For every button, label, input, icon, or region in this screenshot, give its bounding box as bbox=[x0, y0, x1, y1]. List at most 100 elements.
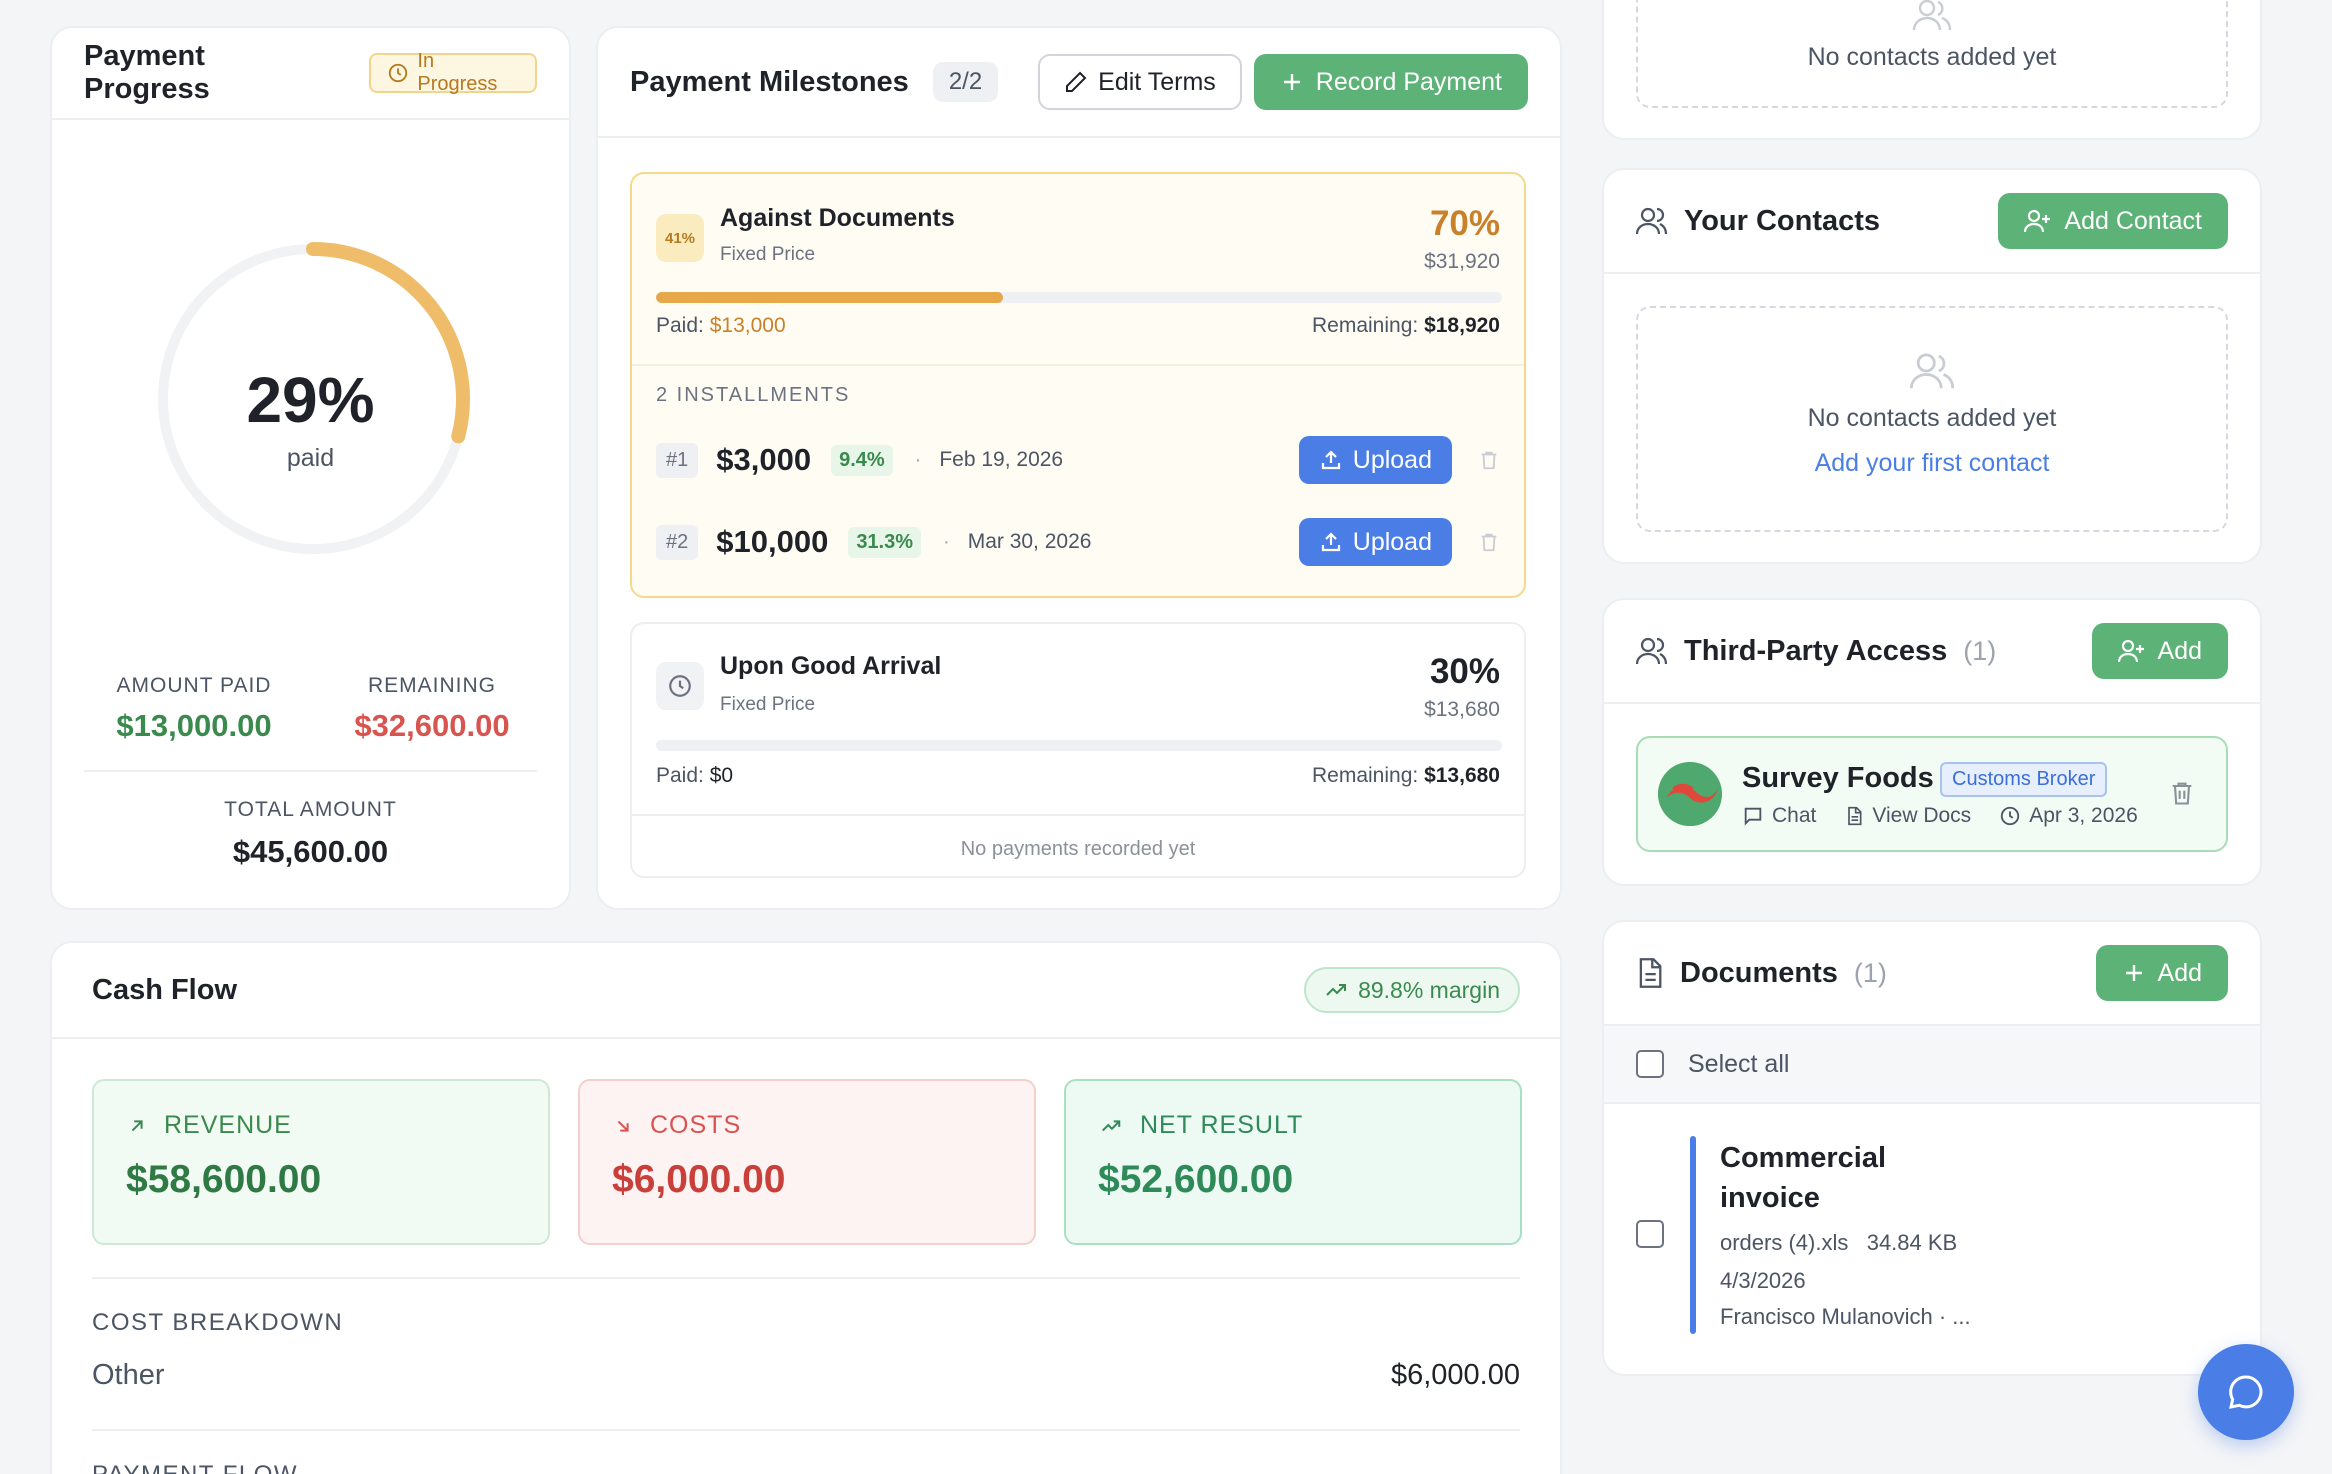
upload-label: Upload bbox=[1352, 445, 1432, 474]
payment-progress-header: Payment Progress In Progress bbox=[52, 28, 569, 120]
select-all-row[interactable]: Select all bbox=[1604, 1026, 2260, 1104]
chat-button[interactable] bbox=[2198, 1344, 2294, 1440]
milestone-percent: 30% bbox=[1429, 652, 1500, 691]
document-checkbox[interactable] bbox=[1636, 1220, 1664, 1248]
document-title: Commercial invoice bbox=[1720, 1142, 1887, 1214]
paid-value: $0 bbox=[709, 764, 734, 787]
third-party-item[interactable]: Survey Foods Customs Broker Chat View Do… bbox=[1636, 736, 2228, 852]
third-party-header: Third-Party Access (1) Add bbox=[1604, 600, 2260, 704]
divider bbox=[632, 364, 1524, 366]
document-item[interactable]: Commercial invoice orders (4).xls 34.84 … bbox=[1604, 1104, 2260, 1344]
payment-flow-label: PAYMENT FLOW bbox=[92, 1461, 298, 1474]
contacts-empty-state: No contacts added yet Add your first con… bbox=[1636, 306, 2228, 532]
arrow-up-right-icon bbox=[126, 1115, 148, 1137]
trash-icon[interactable] bbox=[1478, 530, 1500, 554]
percent-paid: 29% bbox=[246, 364, 375, 436]
divider bbox=[92, 1277, 1520, 1279]
empty-text: No contacts added yet bbox=[1807, 404, 2057, 432]
edit-terms-label: Edit Terms bbox=[1098, 67, 1216, 96]
plus-icon bbox=[2122, 961, 2146, 985]
document-date: 4/3/2026 bbox=[1720, 1268, 1806, 1293]
upload-button[interactable]: Upload bbox=[1298, 436, 1452, 484]
empty-text: No contacts added yet bbox=[1807, 43, 2057, 71]
milestone-paid: Paid: $0 bbox=[656, 764, 733, 788]
revenue-box: REVENUE $58,600.00 bbox=[92, 1079, 550, 1245]
installment-row: #2 $10,000 31.3% · Mar 30, 2026 Upload bbox=[656, 514, 1500, 570]
cash-flow-title: Cash Flow bbox=[92, 973, 238, 1006]
revenue-value: $58,600.00 bbox=[126, 1158, 322, 1201]
chat-icon bbox=[1742, 805, 1764, 827]
document-icon bbox=[1844, 805, 1864, 827]
record-payment-button[interactable]: Record Payment bbox=[1253, 54, 1528, 110]
documents-count: (1) bbox=[1853, 957, 1887, 988]
chat-label[interactable]: Chat bbox=[1772, 804, 1816, 828]
amount-paid-value: $13,000.00 bbox=[116, 708, 272, 743]
breakdown-item-value: $6,000.00 bbox=[1390, 1359, 1520, 1391]
document-file-info: orders (4).xls 34.84 KB bbox=[1720, 1230, 1957, 1256]
milestone-progress-bar bbox=[656, 292, 1502, 303]
divider bbox=[84, 770, 537, 772]
plus-icon bbox=[1280, 70, 1304, 94]
installment-percent: 9.4% bbox=[831, 444, 893, 476]
installment-amount: $3,000 bbox=[716, 442, 812, 477]
milestone-upon-good-arrival[interactable]: Upon Good Arrival Fixed Price 30% $13,68… bbox=[630, 622, 1526, 878]
installment-amount: $10,000 bbox=[716, 524, 829, 559]
chat-icon bbox=[2226, 1372, 2266, 1412]
upload-icon bbox=[1319, 448, 1343, 472]
upload-button[interactable]: Upload bbox=[1298, 518, 1452, 566]
pencil-icon bbox=[1064, 70, 1088, 94]
divider bbox=[92, 1429, 1520, 1431]
add-document-button[interactable]: Add bbox=[2095, 945, 2228, 1001]
users-icon bbox=[1909, 350, 1955, 392]
status-badge: In Progress bbox=[369, 50, 537, 95]
remaining-value: $18,920 bbox=[1424, 314, 1500, 337]
document-author: Francisco Mulanovich · ... bbox=[1720, 1304, 1971, 1329]
upload-label: Upload bbox=[1352, 527, 1432, 556]
remaining-label: REMAINING bbox=[367, 674, 496, 697]
margin-label: 89.8% margin bbox=[1358, 976, 1500, 1003]
milestone-amount: $13,680 bbox=[1424, 698, 1500, 721]
paid-label: Paid: bbox=[656, 764, 704, 787]
milestone-amount: $31,920 bbox=[1424, 250, 1500, 273]
installment-percent: 31.3% bbox=[848, 526, 922, 558]
add-label: Add bbox=[2157, 958, 2202, 987]
select-all-checkbox[interactable] bbox=[1636, 1050, 1664, 1078]
trash-icon[interactable] bbox=[1478, 448, 1500, 472]
separator: · bbox=[943, 530, 950, 553]
users-icon bbox=[1912, 0, 1952, 32]
milestone-against-documents[interactable]: 41% Against Documents Fixed Price 70% $3… bbox=[630, 172, 1526, 598]
milestone-remaining: Remaining: $18,920 bbox=[1312, 314, 1500, 338]
add-third-party-button[interactable]: Add bbox=[2091, 623, 2228, 679]
installment-date: Mar 30, 2026 bbox=[967, 530, 1092, 553]
document-accent-bar bbox=[1690, 1136, 1696, 1334]
no-payments-text: No payments recorded yet bbox=[960, 838, 1196, 860]
add-first-contact-link[interactable]: Add your first contact bbox=[1815, 449, 2050, 478]
view-docs-label[interactable]: View Docs bbox=[1872, 804, 1971, 828]
contacts-card-top: No contacts added yet bbox=[1602, 0, 2262, 140]
edit-terms-button[interactable]: Edit Terms bbox=[1038, 54, 1242, 110]
paid-value: $13,000 bbox=[709, 314, 786, 337]
milestone-progress-badge: 41% bbox=[656, 214, 704, 262]
remaining-label: Remaining: bbox=[1312, 314, 1419, 337]
installment-date: Feb 19, 2026 bbox=[939, 448, 1064, 471]
add-contact-button[interactable]: Add Contact bbox=[1998, 193, 2228, 249]
milestone-percent: 70% bbox=[1429, 204, 1500, 243]
amount-paid-label: AMOUNT PAID bbox=[116, 674, 272, 697]
access-date: Apr 3, 2026 bbox=[2029, 804, 2138, 827]
document-file-size: 34.84 KB bbox=[1866, 1230, 1958, 1255]
add-label: Add bbox=[2157, 636, 2202, 665]
user-plus-icon bbox=[2117, 638, 2146, 664]
trash-icon[interactable] bbox=[2168, 778, 2196, 808]
record-payment-label: Record Payment bbox=[1315, 67, 1502, 96]
milestone-type: Fixed Price bbox=[720, 244, 816, 265]
remaining-label: Remaining: bbox=[1312, 764, 1419, 787]
remaining-value: $13,680 bbox=[1424, 764, 1500, 787]
milestones-header: Payment Milestones 2/2 Edit Terms Record… bbox=[598, 28, 1560, 138]
company-logo bbox=[1658, 762, 1722, 826]
installment-row: #1 $3,000 9.4% · Feb 19, 2026 Upload bbox=[656, 432, 1500, 488]
users-icon bbox=[1636, 206, 1668, 236]
divider bbox=[632, 814, 1524, 816]
your-contacts-title: Your Contacts bbox=[1684, 204, 1881, 237]
milestone-paid: Paid: $13,000 bbox=[656, 314, 786, 338]
trending-up-icon bbox=[1098, 1115, 1124, 1137]
